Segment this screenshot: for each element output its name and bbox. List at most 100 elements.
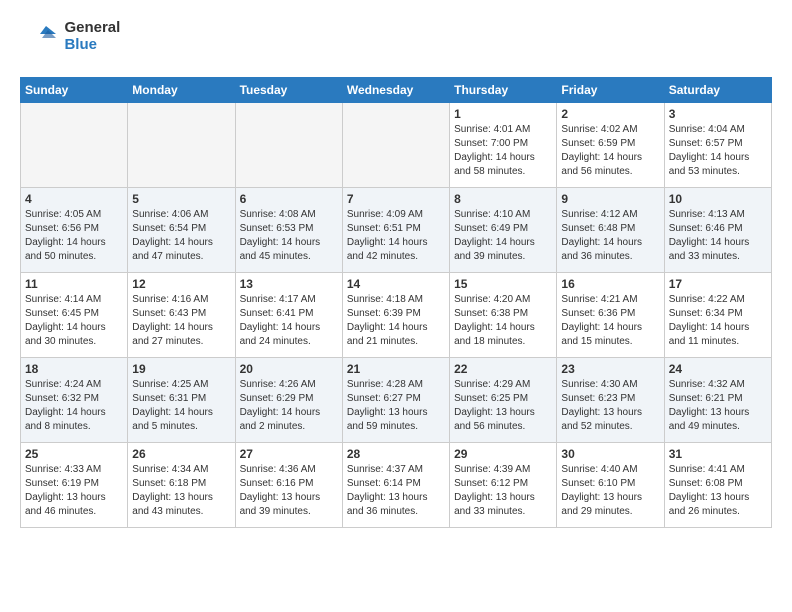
column-header-friday: Friday	[557, 77, 664, 102]
day-number: 16	[561, 277, 659, 291]
calendar-cell: 26Sunrise: 4:34 AM Sunset: 6:18 PM Dayli…	[128, 442, 235, 527]
day-info: Sunrise: 4:37 AM Sunset: 6:14 PM Dayligh…	[347, 463, 445, 519]
calendar-cell: 6Sunrise: 4:08 AM Sunset: 6:53 PM Daylig…	[235, 187, 342, 272]
day-info: Sunrise: 4:01 AM Sunset: 7:00 PM Dayligh…	[454, 123, 552, 179]
day-number: 1	[454, 107, 552, 121]
calendar-cell: 22 Sunrise: 4:29 AM Sunset: 6:25 PM Dayli…	[450, 357, 557, 442]
calendar-cell: 13 Sunrise: 4:17 AM Sunset: 6:41 PM Dayli…	[235, 272, 342, 357]
calendar-cell: 28 Sunrise: 4:37 AM Sunset: 6:14 PM Dayli…	[342, 442, 449, 527]
calendar-cell: 4Sunrise: 4:05 AM Sunset: 6:56 PM Daylig…	[21, 187, 128, 272]
day-info: Sunrise: 4:13 AM Sunset: 6:46 PM Dayligh…	[669, 208, 767, 264]
day-number: 13	[240, 277, 338, 291]
day-number: 14	[347, 277, 445, 291]
day-info: Sunrise: 4:24 AM Sunset: 6:32 PM Dayligh…	[25, 378, 123, 434]
day-info: Sunrise: 4:34 AM Sunset: 6:18 PM Dayligh…	[132, 463, 230, 519]
day-number: 6	[240, 192, 338, 206]
calendar-cell	[235, 102, 342, 187]
day-number: 17	[669, 277, 767, 291]
day-info: Sunrise: 4:21 AM Sunset: 6:36 PM Dayligh…	[561, 293, 659, 349]
day-number: 11	[25, 277, 123, 291]
day-number: 19	[132, 362, 230, 376]
calendar-cell: 30 Sunrise: 4:40 AM Sunset: 6:10 PM Dayli…	[557, 442, 664, 527]
day-number: 30	[561, 447, 659, 461]
day-number: 5	[132, 192, 230, 206]
calendar-cell: 18 Sunrise: 4:24 AM Sunset: 6:32 PM Dayli…	[21, 357, 128, 442]
day-info: Sunrise: 4:04 AM Sunset: 6:57 PM Dayligh…	[669, 123, 767, 179]
calendar-cell: 20 Sunrise: 4:26 AM Sunset: 6:29 PM Dayli…	[235, 357, 342, 442]
day-info: Sunrise: 4:33 AM Sunset: 6:19 PM Dayligh…	[25, 463, 123, 519]
calendar-cell: 10 Sunrise: 4:13 AM Sunset: 6:46 PM Dayli…	[664, 187, 771, 272]
column-header-saturday: Saturday	[664, 77, 771, 102]
calendar-cell	[128, 102, 235, 187]
page-header: General Blue	[20, 20, 772, 61]
day-number: 31	[669, 447, 767, 461]
day-number: 28	[347, 447, 445, 461]
calendar-cell: 14Sunrise: 4:18 AM Sunset: 6:39 PM Dayli…	[342, 272, 449, 357]
column-header-sunday: Sunday	[21, 77, 128, 102]
calendar-cell: 16 Sunrise: 4:21 AM Sunset: 6:36 PM Dayli…	[557, 272, 664, 357]
calendar-cell: 29 Sunrise: 4:39 AM Sunset: 6:12 PM Dayli…	[450, 442, 557, 527]
week-row-4: 18 Sunrise: 4:24 AM Sunset: 6:32 PM Dayli…	[21, 357, 772, 442]
day-info: Sunrise: 4:25 AM Sunset: 6:31 PM Dayligh…	[132, 378, 230, 434]
day-info: Sunrise: 4:09 AM Sunset: 6:51 PM Dayligh…	[347, 208, 445, 264]
day-info: Sunrise: 4:22 AM Sunset: 6:34 PM Dayligh…	[669, 293, 767, 349]
day-info: Sunrise: 4:39 AM Sunset: 6:12 PM Dayligh…	[454, 463, 552, 519]
day-number: 10	[669, 192, 767, 206]
logo-text-blue: Blue	[64, 37, 120, 54]
day-info: Sunrise: 4:28 AM Sunset: 6:27 PM Dayligh…	[347, 378, 445, 434]
day-number: 7	[347, 192, 445, 206]
calendar-cell: 31 Sunrise: 4:41 AM Sunset: 6:08 PM Dayli…	[664, 442, 771, 527]
calendar-table: SundayMondayTuesdayWednesdayThursdayFrid…	[20, 77, 772, 528]
day-info: Sunrise: 4:20 AM Sunset: 6:38 PM Dayligh…	[454, 293, 552, 349]
day-info: Sunrise: 4:30 AM Sunset: 6:23 PM Dayligh…	[561, 378, 659, 434]
day-info: Sunrise: 4:16 AM Sunset: 6:43 PM Dayligh…	[132, 293, 230, 349]
week-row-3: 11 Sunrise: 4:14 AM Sunset: 6:45 PM Dayli…	[21, 272, 772, 357]
day-number: 21	[347, 362, 445, 376]
calendar-cell	[342, 102, 449, 187]
calendar-cell: 3 Sunrise: 4:04 AM Sunset: 6:57 PM Daylig…	[664, 102, 771, 187]
logo-bird-icon	[20, 20, 56, 56]
day-info: Sunrise: 4:36 AM Sunset: 6:16 PM Dayligh…	[240, 463, 338, 519]
day-info: Sunrise: 4:40 AM Sunset: 6:10 PM Dayligh…	[561, 463, 659, 519]
week-row-2: 4Sunrise: 4:05 AM Sunset: 6:56 PM Daylig…	[21, 187, 772, 272]
calendar-cell: 19 Sunrise: 4:25 AM Sunset: 6:31 PM Dayli…	[128, 357, 235, 442]
calendar-cell: 17 Sunrise: 4:22 AM Sunset: 6:34 PM Dayli…	[664, 272, 771, 357]
logo: General Blue	[20, 20, 120, 61]
day-number: 15	[454, 277, 552, 291]
day-info: Sunrise: 4:12 AM Sunset: 6:48 PM Dayligh…	[561, 208, 659, 264]
day-info: Sunrise: 4:14 AM Sunset: 6:45 PM Dayligh…	[25, 293, 123, 349]
day-info: Sunrise: 4:29 AM Sunset: 6:25 PM Dayligh…	[454, 378, 552, 434]
day-info: Sunrise: 4:41 AM Sunset: 6:08 PM Dayligh…	[669, 463, 767, 519]
day-number: 9	[561, 192, 659, 206]
day-info: Sunrise: 4:26 AM Sunset: 6:29 PM Dayligh…	[240, 378, 338, 434]
day-number: 27	[240, 447, 338, 461]
day-info: Sunrise: 4:32 AM Sunset: 6:21 PM Dayligh…	[669, 378, 767, 434]
day-info: Sunrise: 4:06 AM Sunset: 6:54 PM Dayligh…	[132, 208, 230, 264]
day-number: 20	[240, 362, 338, 376]
calendar-cell: 27 Sunrise: 4:36 AM Sunset: 6:16 PM Dayli…	[235, 442, 342, 527]
day-number: 3	[669, 107, 767, 121]
calendar-cell	[21, 102, 128, 187]
calendar-cell: 21 Sunrise: 4:28 AM Sunset: 6:27 PM Dayli…	[342, 357, 449, 442]
day-number: 22	[454, 362, 552, 376]
calendar-cell: 24Sunrise: 4:32 AM Sunset: 6:21 PM Dayli…	[664, 357, 771, 442]
logo-text-general: General	[64, 20, 120, 37]
day-number: 2	[561, 107, 659, 121]
day-info: Sunrise: 4:17 AM Sunset: 6:41 PM Dayligh…	[240, 293, 338, 349]
day-number: 12	[132, 277, 230, 291]
calendar-cell: 7 Sunrise: 4:09 AM Sunset: 6:51 PM Daylig…	[342, 187, 449, 272]
day-number: 29	[454, 447, 552, 461]
day-number: 18	[25, 362, 123, 376]
calendar-cell: 25Sunrise: 4:33 AM Sunset: 6:19 PM Dayli…	[21, 442, 128, 527]
calendar-cell: 9 Sunrise: 4:12 AM Sunset: 6:48 PM Daylig…	[557, 187, 664, 272]
calendar-cell: 8Sunrise: 4:10 AM Sunset: 6:49 PM Daylig…	[450, 187, 557, 272]
week-row-5: 25Sunrise: 4:33 AM Sunset: 6:19 PM Dayli…	[21, 442, 772, 527]
column-header-tuesday: Tuesday	[235, 77, 342, 102]
calendar-cell: 1 Sunrise: 4:01 AM Sunset: 7:00 PM Daylig…	[450, 102, 557, 187]
column-header-thursday: Thursday	[450, 77, 557, 102]
calendar-cell: 15 Sunrise: 4:20 AM Sunset: 6:38 PM Dayli…	[450, 272, 557, 357]
calendar-cell: 11 Sunrise: 4:14 AM Sunset: 6:45 PM Dayli…	[21, 272, 128, 357]
calendar-cell: 5 Sunrise: 4:06 AM Sunset: 6:54 PM Daylig…	[128, 187, 235, 272]
week-row-1: 1 Sunrise: 4:01 AM Sunset: 7:00 PM Daylig…	[21, 102, 772, 187]
day-number: 23	[561, 362, 659, 376]
